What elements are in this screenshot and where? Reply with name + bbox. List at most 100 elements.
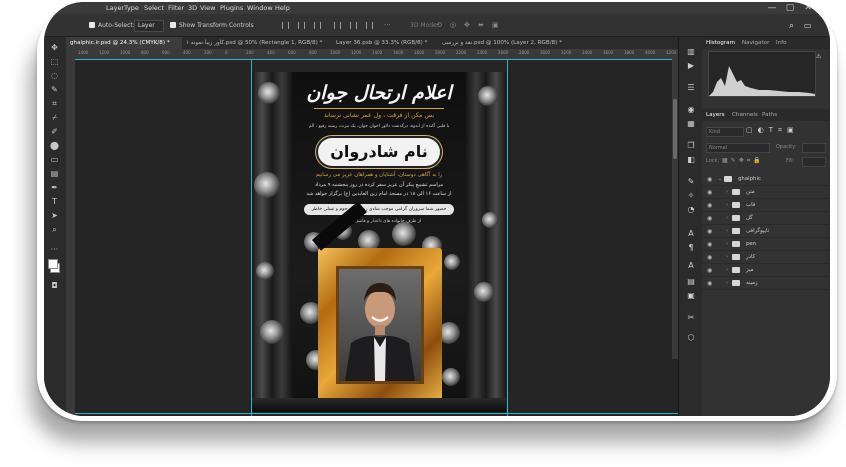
pen-tool-icon[interactable]: ✒ — [50, 183, 59, 192]
menu-help[interactable]: Help — [275, 4, 290, 12]
3d-panel-icon[interactable]: ⬡ — [686, 333, 696, 343]
align-top-icon[interactable] — [334, 22, 341, 29]
layer-filter-kind[interactable]: Kind — [706, 127, 744, 137]
layer-group-root[interactable]: ◉ ⌄ ghalphic — [702, 173, 830, 186]
libraries-panel-icon[interactable]: ▣ — [686, 291, 696, 301]
chevron-right-icon[interactable]: › — [726, 241, 728, 247]
crop-tool-icon[interactable]: ⌗ — [50, 99, 59, 108]
layer-row[interactable]: ◉ › میز — [702, 264, 830, 277]
chevron-right-icon[interactable]: › — [726, 215, 728, 221]
quick-mask-icon[interactable]: ◘ — [50, 281, 59, 290]
chevron-down-icon[interactable]: ⌄ — [718, 176, 722, 182]
play-actions-icon[interactable]: ▶ — [686, 61, 696, 71]
eraser-tool-icon[interactable]: ▭ — [50, 155, 59, 164]
3d-roll-icon[interactable]: ◎ — [450, 21, 456, 29]
properties-panel-icon[interactable]: ▤ — [686, 277, 696, 287]
search-icon[interactable]: ⌕ — [789, 21, 794, 31]
menu-layer[interactable]: Layer — [106, 4, 124, 12]
auto-select-layer-dropdown[interactable]: Layer — [134, 20, 164, 32]
menu-view[interactable]: View — [200, 4, 215, 12]
layer-row[interactable]: ◉ › زمینه — [702, 277, 830, 290]
adjustments-icon[interactable]: ☰ — [686, 83, 696, 93]
foreground-color-swatch[interactable] — [48, 259, 58, 269]
3d-rotate-icon[interactable]: ⟲ — [436, 21, 442, 29]
history-panel-icon[interactable]: ◔ — [686, 205, 696, 215]
chevron-right-icon[interactable]: › — [726, 254, 728, 260]
visibility-eye-icon[interactable]: ◉ — [707, 189, 712, 196]
character-panel-icon[interactable]: A — [686, 229, 696, 239]
tab-paths[interactable]: Paths — [762, 112, 777, 118]
chevron-right-icon[interactable]: › — [726, 202, 728, 208]
paragraph-panel-icon[interactable]: ¶ — [686, 243, 696, 253]
tab-layer36[interactable]: Layer 36.psb @ 33.3% (RGB/8) * — [332, 37, 436, 49]
tab-histogram[interactable]: Histogram — [706, 40, 735, 46]
brush-panel-icon[interactable]: ✎ — [686, 177, 696, 187]
visibility-eye-icon[interactable]: ◉ — [707, 202, 712, 209]
stamp-tool-icon[interactable]: ⬤ — [50, 141, 59, 150]
layer-row[interactable]: ◉ › تایپوگرافی — [702, 225, 830, 238]
move-tool-icon[interactable]: ✥ — [50, 43, 59, 52]
menu-window[interactable]: Window — [247, 4, 273, 12]
tab-info[interactable]: Info — [776, 40, 787, 46]
layer-row[interactable]: ◉ › pen — [702, 238, 830, 251]
lasso-tool-icon[interactable]: ◌ — [50, 71, 59, 80]
chevron-right-icon[interactable]: › — [726, 228, 728, 234]
layers-panel-icon[interactable]: ❐ — [686, 141, 696, 151]
visibility-eye-icon[interactable]: ◉ — [707, 254, 712, 261]
auto-select-checkbox[interactable] — [89, 22, 95, 28]
align-right-icon[interactable] — [314, 22, 321, 29]
close-button[interactable]: ✕ — [802, 3, 814, 13]
align-middle-icon[interactable] — [350, 22, 357, 29]
maximize-button[interactable]: ▢ — [784, 3, 796, 13]
chevron-right-icon[interactable]: › — [726, 280, 728, 286]
color-panel-icon[interactable]: ◉ — [686, 105, 696, 115]
visibility-eye-icon[interactable]: ◉ — [707, 215, 712, 222]
chevron-right-icon[interactable]: › — [726, 189, 728, 195]
brush-tool-icon[interactable]: ✐ — [50, 127, 59, 136]
zoom-tool-icon[interactable]: ⌕ — [50, 225, 59, 234]
type-tool-icon[interactable]: T — [50, 197, 59, 206]
align-center-icon[interactable] — [298, 22, 305, 29]
visibility-eye-icon[interactable]: ◉ — [707, 228, 712, 235]
eyedropper-tool-icon[interactable]: ⌿ — [50, 113, 59, 122]
align-bottom-icon[interactable] — [366, 22, 373, 29]
scrollbar-thumb[interactable] — [673, 99, 677, 159]
quick-select-tool-icon[interactable]: ✎ — [50, 85, 59, 94]
align-left-icon[interactable] — [282, 22, 289, 29]
tab-navigator[interactable]: Navigator — [742, 40, 769, 46]
workspace-icon[interactable]: ▭ — [804, 21, 812, 30]
layer-row[interactable]: ◉ › متن — [702, 186, 830, 199]
tool-presets-icon[interactable]: ✂ — [686, 313, 696, 323]
blend-mode-select[interactable]: Normal — [706, 143, 770, 153]
clone-source-icon[interactable]: ✧ — [686, 191, 696, 201]
tab-ghalphic[interactable]: ghalphic.ir.psd @ 24.3% (CMYK/8) * — [66, 37, 182, 49]
show-transform-checkbox[interactable] — [170, 22, 176, 28]
histogram-panel-icon[interactable]: ▥ — [686, 47, 696, 57]
menu-plugins[interactable]: Plugins — [220, 4, 243, 12]
tab-cover-sample[interactable]: کاور زیبا نمونه ۱.psd @ 50% (Rectangle 1… — [182, 37, 324, 49]
layer-filter-icons[interactable]: ▢◐T⌗▣ — [746, 126, 799, 135]
swatches-panel-icon[interactable]: ▦ — [686, 119, 696, 129]
more-options-icon[interactable]: ··· — [384, 21, 391, 29]
tab-channels[interactable]: Channels — [732, 112, 758, 118]
menu-filter[interactable]: Filter — [168, 4, 184, 12]
3d-slide-icon[interactable]: ⬌ — [478, 21, 484, 29]
layer-row[interactable]: ◉ › کادر — [702, 251, 830, 264]
3d-scale-icon[interactable]: ▣ — [492, 21, 499, 29]
glyphs-panel-icon[interactable]: A — [686, 261, 696, 271]
poster-artboard[interactable]: اعلام ارتحال جوان بس مکن از فرقت ، ول عم… — [252, 72, 506, 412]
visibility-eye-icon[interactable]: ◉ — [707, 176, 712, 183]
histogram-warning-icon[interactable]: ⚠ — [816, 53, 821, 60]
marquee-tool-icon[interactable]: ⬚ — [50, 57, 59, 66]
menu-type[interactable]: Type — [124, 4, 139, 12]
channels-panel-icon[interactable]: ◧ — [686, 155, 696, 165]
menu-select[interactable]: Select — [144, 4, 164, 12]
gradient-tool-icon[interactable]: ▤ — [50, 169, 59, 178]
minimize-button[interactable]: — — [766, 3, 778, 13]
3d-pan-icon[interactable]: ✥ — [464, 21, 470, 29]
opacity-field[interactable] — [802, 143, 826, 153]
visibility-eye-icon[interactable]: ◉ — [707, 280, 712, 287]
visibility-eye-icon[interactable]: ◉ — [707, 241, 712, 248]
lock-icons[interactable]: ▦✎✥⌗🔒 — [722, 157, 764, 165]
menu-3d[interactable]: 3D — [188, 4, 197, 12]
